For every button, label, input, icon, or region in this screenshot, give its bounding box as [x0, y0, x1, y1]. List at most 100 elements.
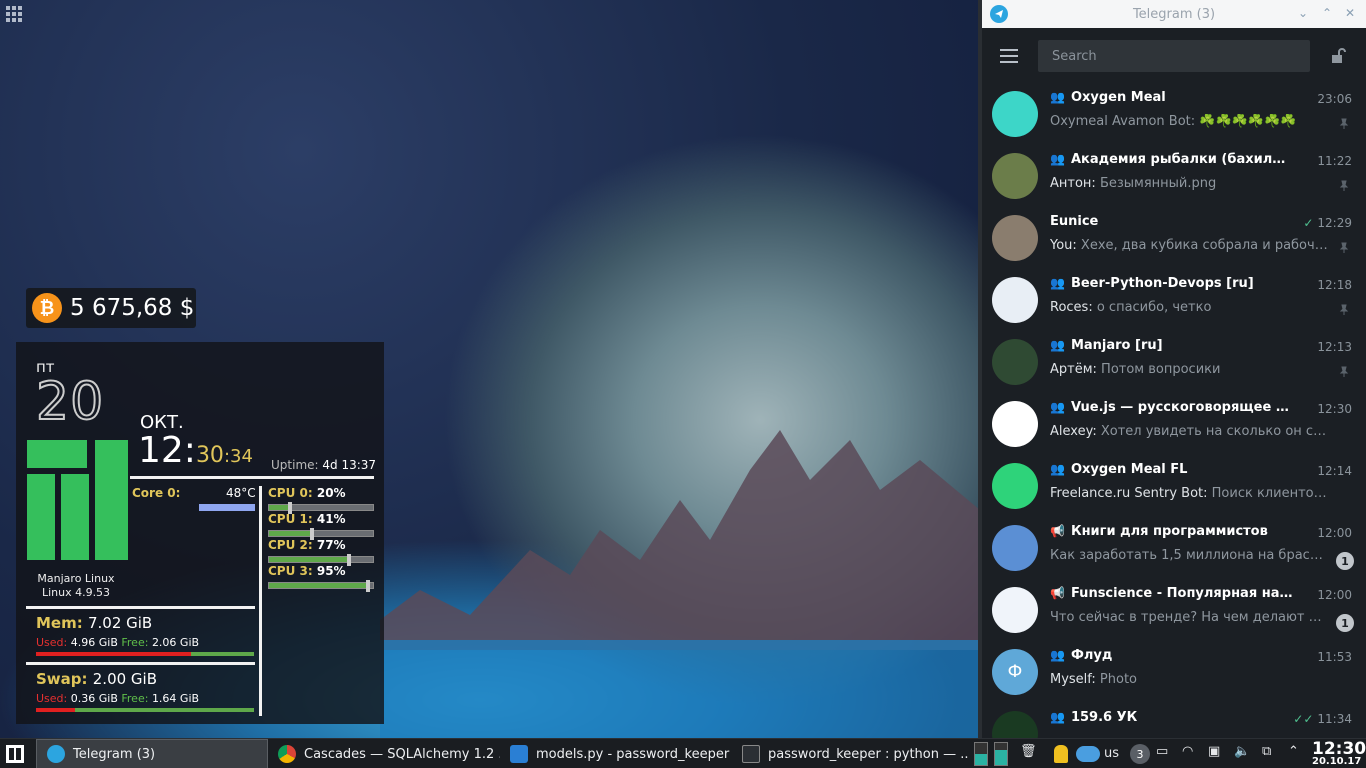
vscode-icon: [510, 745, 528, 763]
close-icon[interactable]: ✕: [1345, 6, 1355, 20]
telegram-icon: [47, 745, 65, 763]
group-icon: 👥: [1050, 338, 1065, 352]
divider: [259, 486, 262, 716]
telegram-window[interactable]: Telegram (3) ⌄ ⌃ ✕ Search 👥 Oxygen Meal 23…: [978, 0, 1366, 757]
trash-icon[interactable]: 🗑: [1020, 744, 1037, 759]
avatar: [992, 463, 1038, 509]
notifications-badge[interactable]: 3: [1130, 744, 1150, 764]
chat-item[interactable]: 👥Vue.js — русскоговорящее сообще... 12:30…: [982, 394, 1366, 456]
chat-name: 👥Vue.js — русскоговорящее сообще...: [1050, 400, 1296, 415]
pin-icon: [1339, 366, 1349, 377]
cpu-0-bar: [268, 502, 374, 514]
core-temp-bar: [199, 504, 255, 511]
swap-heading: Swap: 2.00 GiB: [36, 670, 158, 688]
chat-time: ✓✓ 11:34: [1293, 712, 1352, 726]
group-icon: 👥: [1050, 648, 1065, 662]
avatar: [992, 401, 1038, 447]
taskbar: Telegram (3) Cascades — SQLAlchemy 1.2 .…: [0, 738, 1366, 768]
avatar: Ф: [992, 649, 1038, 695]
chat-item[interactable]: 📢Funscience - Популярная наука, но... 12:…: [982, 580, 1366, 642]
manjaro-logo: [27, 440, 128, 560]
taskbar-item-terminal[interactable]: password_keeper : python — ...: [732, 739, 968, 768]
bitcoin-widget: ₿ 5 675,68 $: [26, 288, 196, 328]
cpu-2-bar: [268, 554, 374, 566]
wifi-icon[interactable]: ◠: [1182, 744, 1193, 759]
pin-icon: [1339, 118, 1349, 129]
chat-preview: Alexey: Хотел увидеть на сколько он симп…: [1050, 424, 1330, 439]
os-info: Manjaro Linux Linux 4.9.53: [37, 572, 115, 599]
app-launcher-icon[interactable]: [6, 6, 22, 22]
chat-name: 👥 Manjaro [ru]: [1050, 338, 1163, 353]
chat-name: 👥 159.6 УК: [1050, 710, 1138, 725]
group-icon: 👥: [1050, 462, 1065, 476]
chat-preview: Антон: Безымянный.png: [1050, 176, 1217, 191]
chat-preview: Roces: о спасибо, четко: [1050, 300, 1212, 315]
drive-icon[interactable]: ▭: [1156, 744, 1168, 759]
unread-badge: 1: [1336, 614, 1354, 632]
divider: [26, 606, 255, 609]
chat-preview: Что сейчас в тренде? На чем делают милл.…: [1050, 610, 1330, 625]
chat-preview: Артём: Потом вопросики: [1050, 362, 1221, 377]
memory-monitor-icon[interactable]: [994, 742, 1008, 766]
taskbar-item-telegram[interactable]: Telegram (3): [36, 739, 268, 768]
wallpaper-mountains: [380, 430, 980, 740]
chat-preview: You: Хехе, два кубика собрала и рабочий …: [1050, 238, 1330, 253]
avatar: [992, 277, 1038, 323]
clipboard-icon[interactable]: ⧉: [1262, 744, 1271, 759]
window-title: Telegram (3): [1132, 6, 1216, 22]
divider: [130, 476, 374, 479]
minimize-icon[interactable]: ⌄: [1298, 6, 1308, 20]
chat-item[interactable]: 👥 Oxygen Meal FL 12:14 Freelance.ru Sentry …: [982, 456, 1366, 518]
lock-icon[interactable]: [1330, 48, 1346, 64]
time: 12:30:34: [138, 430, 253, 471]
chat-time: 12:14: [1317, 464, 1352, 478]
chat-time: 12:18: [1317, 278, 1352, 292]
chat-item[interactable]: 👥 Beer-Python-Devops [ru] 12:18 Roces: о сп…: [982, 270, 1366, 332]
chat-name: 📢 Книги для программистов: [1050, 524, 1268, 539]
channel-icon: 📢: [1050, 524, 1065, 538]
uptime: Uptime: 4d 13:37: [271, 458, 377, 472]
chat-item[interactable]: Ф 👥 Флуд 11:53 Myself: Photo: [982, 642, 1366, 704]
cpu-3-bar: [268, 580, 374, 592]
menu-icon[interactable]: [1000, 49, 1018, 63]
divider: [26, 662, 255, 665]
chat-item[interactable]: 📢 Книги для программистов 12:00 Как заработ…: [982, 518, 1366, 580]
day-of-month: 20: [35, 371, 105, 433]
chat-time: ✓ 12:29: [1303, 216, 1352, 230]
chat-list-header: Search: [982, 28, 1366, 84]
unread-badge: 1: [1336, 552, 1354, 570]
terminal-icon: [742, 745, 760, 763]
chat-item[interactable]: Eunice ✓ 12:29 You: Хехе, два кубика собрал…: [982, 208, 1366, 270]
maximize-icon[interactable]: ⌃: [1322, 6, 1332, 20]
ghost-icon[interactable]: [1054, 745, 1068, 763]
keyboard-layout[interactable]: us: [1104, 746, 1119, 761]
battery-icon[interactable]: ▣: [1208, 744, 1220, 759]
read-check-icon: ✓✓: [1293, 712, 1314, 726]
chat-preview: Freelance.ru Sentry Bot: Поиск клиентов …: [1050, 486, 1330, 501]
chevron-up-icon[interactable]: ⌃: [1288, 744, 1299, 759]
chat-time: 12:13: [1317, 340, 1352, 354]
chat-name: 📢Funscience - Популярная наука, но...: [1050, 586, 1296, 601]
search-input[interactable]: Search: [1038, 40, 1310, 72]
weather-icon[interactable]: [1076, 746, 1100, 762]
chat-item[interactable]: 👥 Manjaro [ru] 12:13 Артём: Потом вопросики: [982, 332, 1366, 394]
chat-item[interactable]: 👥Академия рыбалки (бахилы по ТР... 11:22 А…: [982, 146, 1366, 208]
pin-icon: [1339, 180, 1349, 191]
avatar: [992, 153, 1038, 199]
volume-icon[interactable]: 🔈: [1234, 744, 1250, 759]
taskbar-item-chrome[interactable]: Cascades — SQLAlchemy 1.2 ...: [268, 739, 500, 768]
clock-date[interactable]: 20.10.17: [1312, 756, 1361, 767]
window-titlebar[interactable]: Telegram (3) ⌄ ⌃ ✕: [982, 0, 1366, 28]
taskbar-item-vscode[interactable]: models.py - password_keeper ...: [500, 739, 732, 768]
chat-item[interactable]: 👥 Oxygen Meal 23:06 Oxymeal Avamon Bot: ☘️☘…: [982, 84, 1366, 146]
swap-bar: [36, 708, 254, 712]
chat-preview: Myself: Photo: [1050, 672, 1138, 687]
core-temp-label: Core 0:: [132, 486, 181, 500]
application-menu-icon[interactable]: [6, 745, 24, 763]
group-icon: 👥: [1050, 276, 1065, 290]
chat-name: Eunice: [1050, 214, 1099, 229]
memory-stats: Used: 4.96 GiB Free: 2.06 GiB: [36, 636, 200, 649]
memory-heading: Mem: 7.02 GiB: [36, 614, 153, 632]
bitcoin-price: 5 675,68 $: [70, 295, 195, 321]
cpu-load-monitor-icon[interactable]: [974, 742, 988, 766]
